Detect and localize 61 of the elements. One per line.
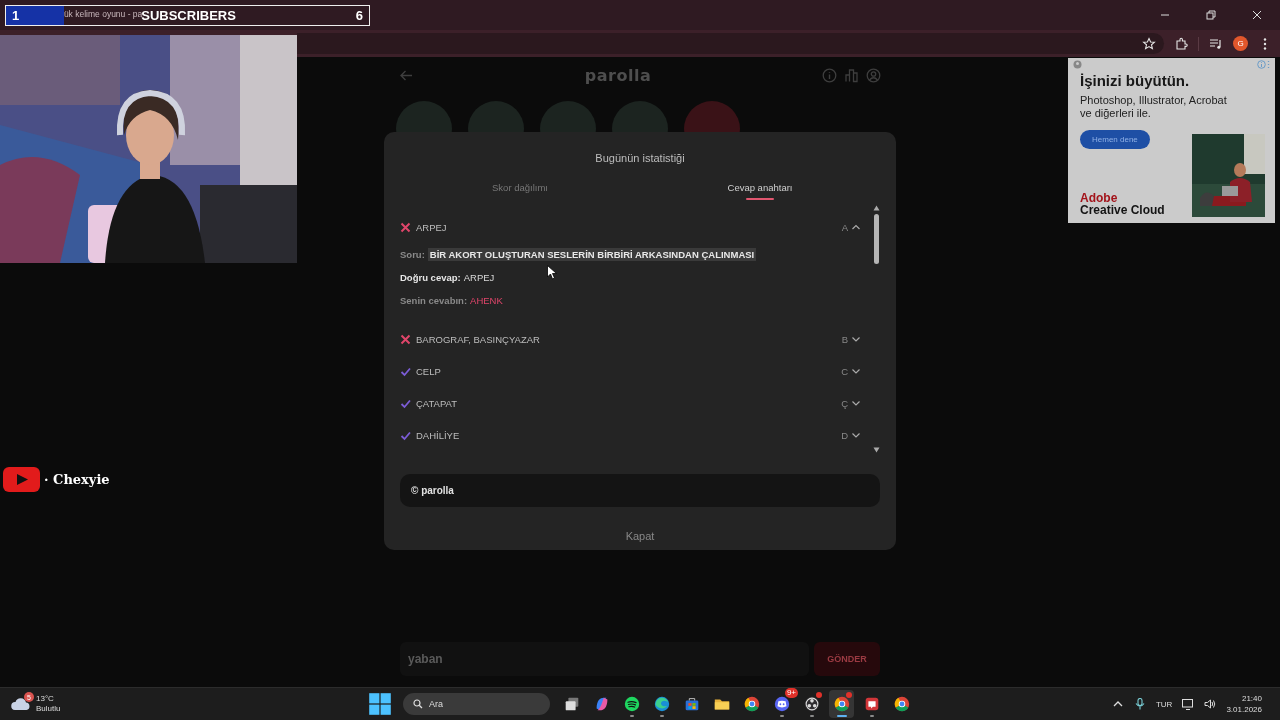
media-queue-icon[interactable] <box>1209 36 1223 51</box>
dialog-title: Bugünün istatistiği <box>595 151 685 165</box>
start-icon[interactable] <box>366 690 394 718</box>
scrollbar-thumb[interactable] <box>873 214 879 264</box>
ad-banner[interactable]: İşinizi büyütün. Photoshop, Illustrator, Acrobat ve diğerleri ile. Hemen dene Adobe Creative Cloud <box>1068 58 1275 223</box>
clock-date[interactable]: 3.01.2026 <box>1226 704 1262 715</box>
answer-word[interactable]: DAHİLİYE <box>416 429 460 441</box>
search-field[interactable]: Ara <box>403 693 550 715</box>
chevron-down-icon[interactable] <box>851 398 861 408</box>
question-label: Soru: <box>400 249 425 260</box>
answer-letter: A <box>841 221 848 233</box>
scroll-down-icon[interactable] <box>872 447 880 453</box>
your-answer: AHENK <box>470 295 503 306</box>
answer-letter: Ç <box>841 397 848 409</box>
profile-avatar[interactable]: G <box>1233 36 1248 51</box>
cursor-icon <box>547 265 557 280</box>
copyright-text: © parolla <box>411 485 454 496</box>
restore-icon[interactable] <box>1206 10 1216 20</box>
play-icon <box>3 467 40 492</box>
weather-condition: Bulutlu <box>36 704 61 714</box>
subscribers-label: SUBSCRIBERS <box>141 8 236 23</box>
close-dialog-button[interactable]: Kapat <box>619 528 661 544</box>
chevron-down-icon[interactable] <box>851 334 861 344</box>
chevron-down-icon[interactable] <box>851 366 861 376</box>
answer-word[interactable]: CELP <box>416 365 441 377</box>
logo-text: parolla <box>584 65 652 85</box>
tab[interactable]: Skor dağılımı <box>400 182 640 200</box>
answer-word[interactable]: BAROGRAF, BASINÇYAZAR <box>416 333 540 345</box>
browser-icon[interactable] <box>829 690 854 718</box>
correct-answer-label: Doğru cevap: <box>400 272 461 283</box>
language-indicator[interactable]: TUR <box>1155 699 1173 709</box>
answer-word[interactable]: ÇATAPAT <box>416 397 457 409</box>
channel-name: · Chexyie <box>44 472 110 487</box>
ad-description: Photoshop, Illustrator, Acrobat ve diğerleri ile. <box>1080 94 1228 120</box>
close-icon[interactable] <box>1252 10 1262 20</box>
subscriber-goal: 6 <box>355 8 363 23</box>
answer-word[interactable]: ARPEJ <box>416 221 447 233</box>
volume-icon[interactable] <box>1204 698 1217 710</box>
network-icon[interactable] <box>1182 698 1195 710</box>
subscriber-count: 1 <box>12 8 20 23</box>
search-icon <box>413 699 423 709</box>
puzzle-icon[interactable] <box>1174 36 1188 51</box>
try-button[interactable]: Hemen dene <box>1080 130 1150 149</box>
ad-headline: İşinizi büyütün. <box>1080 72 1191 89</box>
clock-time[interactable]: 21:40 <box>1241 693 1262 704</box>
your-answer-label: Senin cevabın: <box>400 295 468 306</box>
answer-letter: B <box>841 333 848 345</box>
brand-name: Adobe <box>1080 192 1119 204</box>
answer-letter: D <box>841 429 848 441</box>
correct-answer: ARPEJ <box>463 272 495 283</box>
chevron-up-icon[interactable] <box>851 222 861 232</box>
chevron-down-icon[interactable] <box>851 430 861 440</box>
tab-title[interactable]: lük kelime oyunu - pa <box>62 9 143 19</box>
tab[interactable]: Cevap anahtarı <box>640 182 880 200</box>
star-icon[interactable] <box>1142 36 1156 51</box>
microphone-icon[interactable] <box>1133 698 1146 710</box>
question-text: BİR AKORT OLUŞTURAN SESLERİN BİRBİRİ ARKASINDAN ÇALINMASI <box>427 248 757 261</box>
temperature: 13°C <box>36 694 55 704</box>
scroll-up-icon[interactable] <box>872 205 880 211</box>
brand-product: Creative Cloud <box>1080 204 1165 217</box>
answer-letter: C <box>841 365 848 377</box>
